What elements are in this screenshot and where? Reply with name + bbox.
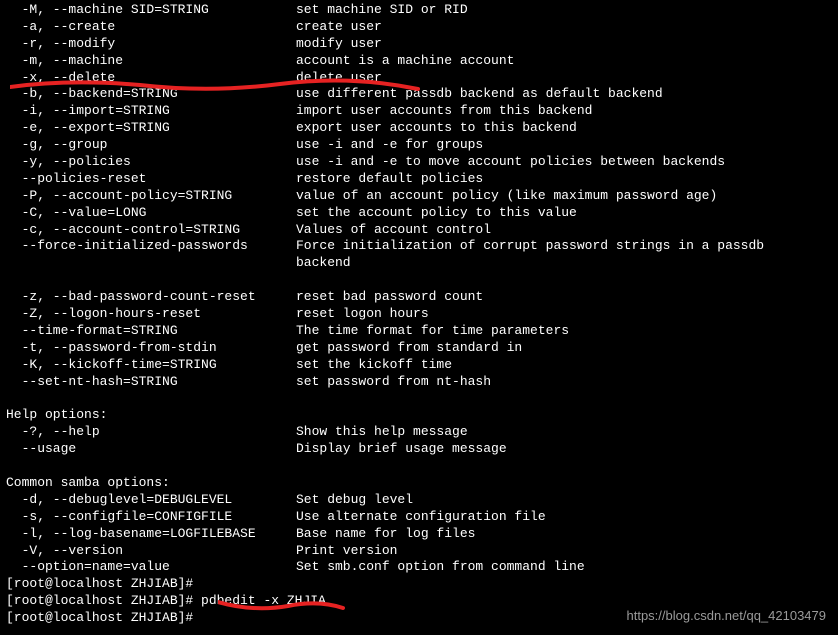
option-flag: -g, --group <box>6 137 296 154</box>
options-block: -M, --machine SID=STRINGset machine SID … <box>6 2 838 390</box>
option-description: Display brief usage message <box>296 441 507 458</box>
option-flag: -l, --log-basename=LOGFILEBASE <box>6 526 296 543</box>
option-line: -V, --versionPrint version <box>6 543 838 560</box>
help-options-block: -?, --helpShow this help message --usage… <box>6 424 838 458</box>
blank-line <box>6 458 838 475</box>
option-flag: --usage <box>6 441 296 458</box>
option-flag: -y, --policies <box>6 154 296 171</box>
option-flag: -m, --machine <box>6 53 296 70</box>
option-description: reset bad password count <box>296 289 483 306</box>
option-line: -d, --debuglevel=DEBUGLEVELSet debug lev… <box>6 492 838 509</box>
option-line: -r, --modifymodify user <box>6 36 838 53</box>
option-flag: --time-format=STRING <box>6 323 296 340</box>
option-line: -y, --policiesuse -i and -e to move acco… <box>6 154 838 171</box>
option-flag: -a, --create <box>6 19 296 36</box>
option-line: -i, --import=STRINGimport user accounts … <box>6 103 838 120</box>
option-line: -C, --value=LONGset the account policy t… <box>6 205 838 222</box>
option-line: --time-format=STRINGThe time format for … <box>6 323 838 340</box>
option-flag: -C, --value=LONG <box>6 205 296 222</box>
option-line: -m, --machineaccount is a machine accoun… <box>6 53 838 70</box>
option-description: Use alternate configuration file <box>296 509 546 526</box>
option-description: The time format for time parameters <box>296 323 569 340</box>
option-flag: --set-nt-hash=STRING <box>6 374 296 391</box>
common-options-header: Common samba options: <box>6 475 838 492</box>
option-flag: -e, --export=STRING <box>6 120 296 137</box>
option-description: set the account policy to this value <box>296 205 577 222</box>
option-line: -t, --password-from-stdinget password fr… <box>6 340 838 357</box>
option-flag: -i, --import=STRING <box>6 103 296 120</box>
option-flag: -x, --delete <box>6 70 296 87</box>
option-flag: -d, --debuglevel=DEBUGLEVEL <box>6 492 296 509</box>
option-flag: --policies-reset <box>6 171 296 188</box>
option-description: value of an account policy (like maximum… <box>296 188 717 205</box>
option-description: use -i and -e to move account policies b… <box>296 154 725 171</box>
option-line: --usageDisplay brief usage message <box>6 441 838 458</box>
option-flag <box>6 255 296 272</box>
option-description: use -i and -e for groups <box>296 137 483 154</box>
option-flag: -V, --version <box>6 543 296 560</box>
help-options-header: Help options: <box>6 407 838 424</box>
option-description: set machine SID or RID <box>296 2 468 19</box>
option-flag <box>6 272 296 289</box>
option-description: set the kickoff time <box>296 357 452 374</box>
option-description: Print version <box>296 543 397 560</box>
option-description: modify user <box>296 36 382 53</box>
option-line: -g, --groupuse -i and -e for groups <box>6 137 838 154</box>
blank-line <box>6 390 838 407</box>
option-description: Values of account control <box>296 222 491 239</box>
option-line: -b, --backend=STRINGuse different passdb… <box>6 86 838 103</box>
option-line: -Z, --logon-hours-resetreset logon hours <box>6 306 838 323</box>
option-description: account is a machine account <box>296 53 514 70</box>
option-flag: -Z, --logon-hours-reset <box>6 306 296 323</box>
option-line <box>6 272 838 289</box>
option-flag: --option=name=value <box>6 559 296 576</box>
option-line: --policies-resetrestore default policies <box>6 171 838 188</box>
option-flag: -P, --account-policy=STRING <box>6 188 296 205</box>
option-description: Force initialization of corrupt password… <box>296 238 764 255</box>
option-flag: -b, --backend=STRING <box>6 86 296 103</box>
option-description: export user accounts to this backend <box>296 120 577 137</box>
option-line: --force-initialized-passwordsForce initi… <box>6 238 838 255</box>
option-line: -s, --configfile=CONFIGFILEUse alternate… <box>6 509 838 526</box>
option-description: delete user <box>296 70 382 87</box>
option-description: Base name for log files <box>296 526 475 543</box>
option-line: -c, --account-control=STRINGValues of ac… <box>6 222 838 239</box>
common-options-block: -d, --debuglevel=DEBUGLEVELSet debug lev… <box>6 492 838 576</box>
option-flag: -z, --bad-password-count-reset <box>6 289 296 306</box>
option-description: Show this help message <box>296 424 468 441</box>
option-line: --set-nt-hash=STRINGset password from nt… <box>6 374 838 391</box>
option-description: Set smb.conf option from command line <box>296 559 585 576</box>
option-flag: -s, --configfile=CONFIGFILE <box>6 509 296 526</box>
option-description: get password from standard in <box>296 340 522 357</box>
option-description: Set debug level <box>296 492 413 509</box>
option-line: --option=name=valueSet smb.conf option f… <box>6 559 838 576</box>
watermark-text: https://blog.csdn.net/qq_42103479 <box>627 608 827 625</box>
option-flag: -K, --kickoff-time=STRING <box>6 357 296 374</box>
option-line: backend <box>6 255 838 272</box>
option-description: import user accounts from this backend <box>296 103 592 120</box>
option-flag: -r, --modify <box>6 36 296 53</box>
option-line: -x, --deletedelete user <box>6 70 838 87</box>
option-description: set password from nt-hash <box>296 374 491 391</box>
shell-prompt-line[interactable]: [root@localhost ZHJIAB]# <box>6 576 838 593</box>
option-flag: -t, --password-from-stdin <box>6 340 296 357</box>
option-line: -e, --export=STRINGexport user accounts … <box>6 120 838 137</box>
option-flag: --force-initialized-passwords <box>6 238 296 255</box>
option-description: use different passdb backend as default … <box>296 86 663 103</box>
option-flag: -c, --account-control=STRING <box>6 222 296 239</box>
option-line: -P, --account-policy=STRINGvalue of an a… <box>6 188 838 205</box>
option-line: -M, --machine SID=STRINGset machine SID … <box>6 2 838 19</box>
option-flag: -M, --machine SID=STRING <box>6 2 296 19</box>
option-line: -?, --helpShow this help message <box>6 424 838 441</box>
option-line: -a, --createcreate user <box>6 19 838 36</box>
option-description: reset logon hours <box>296 306 429 323</box>
option-line: -l, --log-basename=LOGFILEBASEBase name … <box>6 526 838 543</box>
option-flag: -?, --help <box>6 424 296 441</box>
option-line: -z, --bad-password-count-resetreset bad … <box>6 289 838 306</box>
option-description: restore default policies <box>296 171 483 188</box>
option-description: create user <box>296 19 382 36</box>
option-description: backend <box>296 255 351 272</box>
option-line: -K, --kickoff-time=STRINGset the kickoff… <box>6 357 838 374</box>
